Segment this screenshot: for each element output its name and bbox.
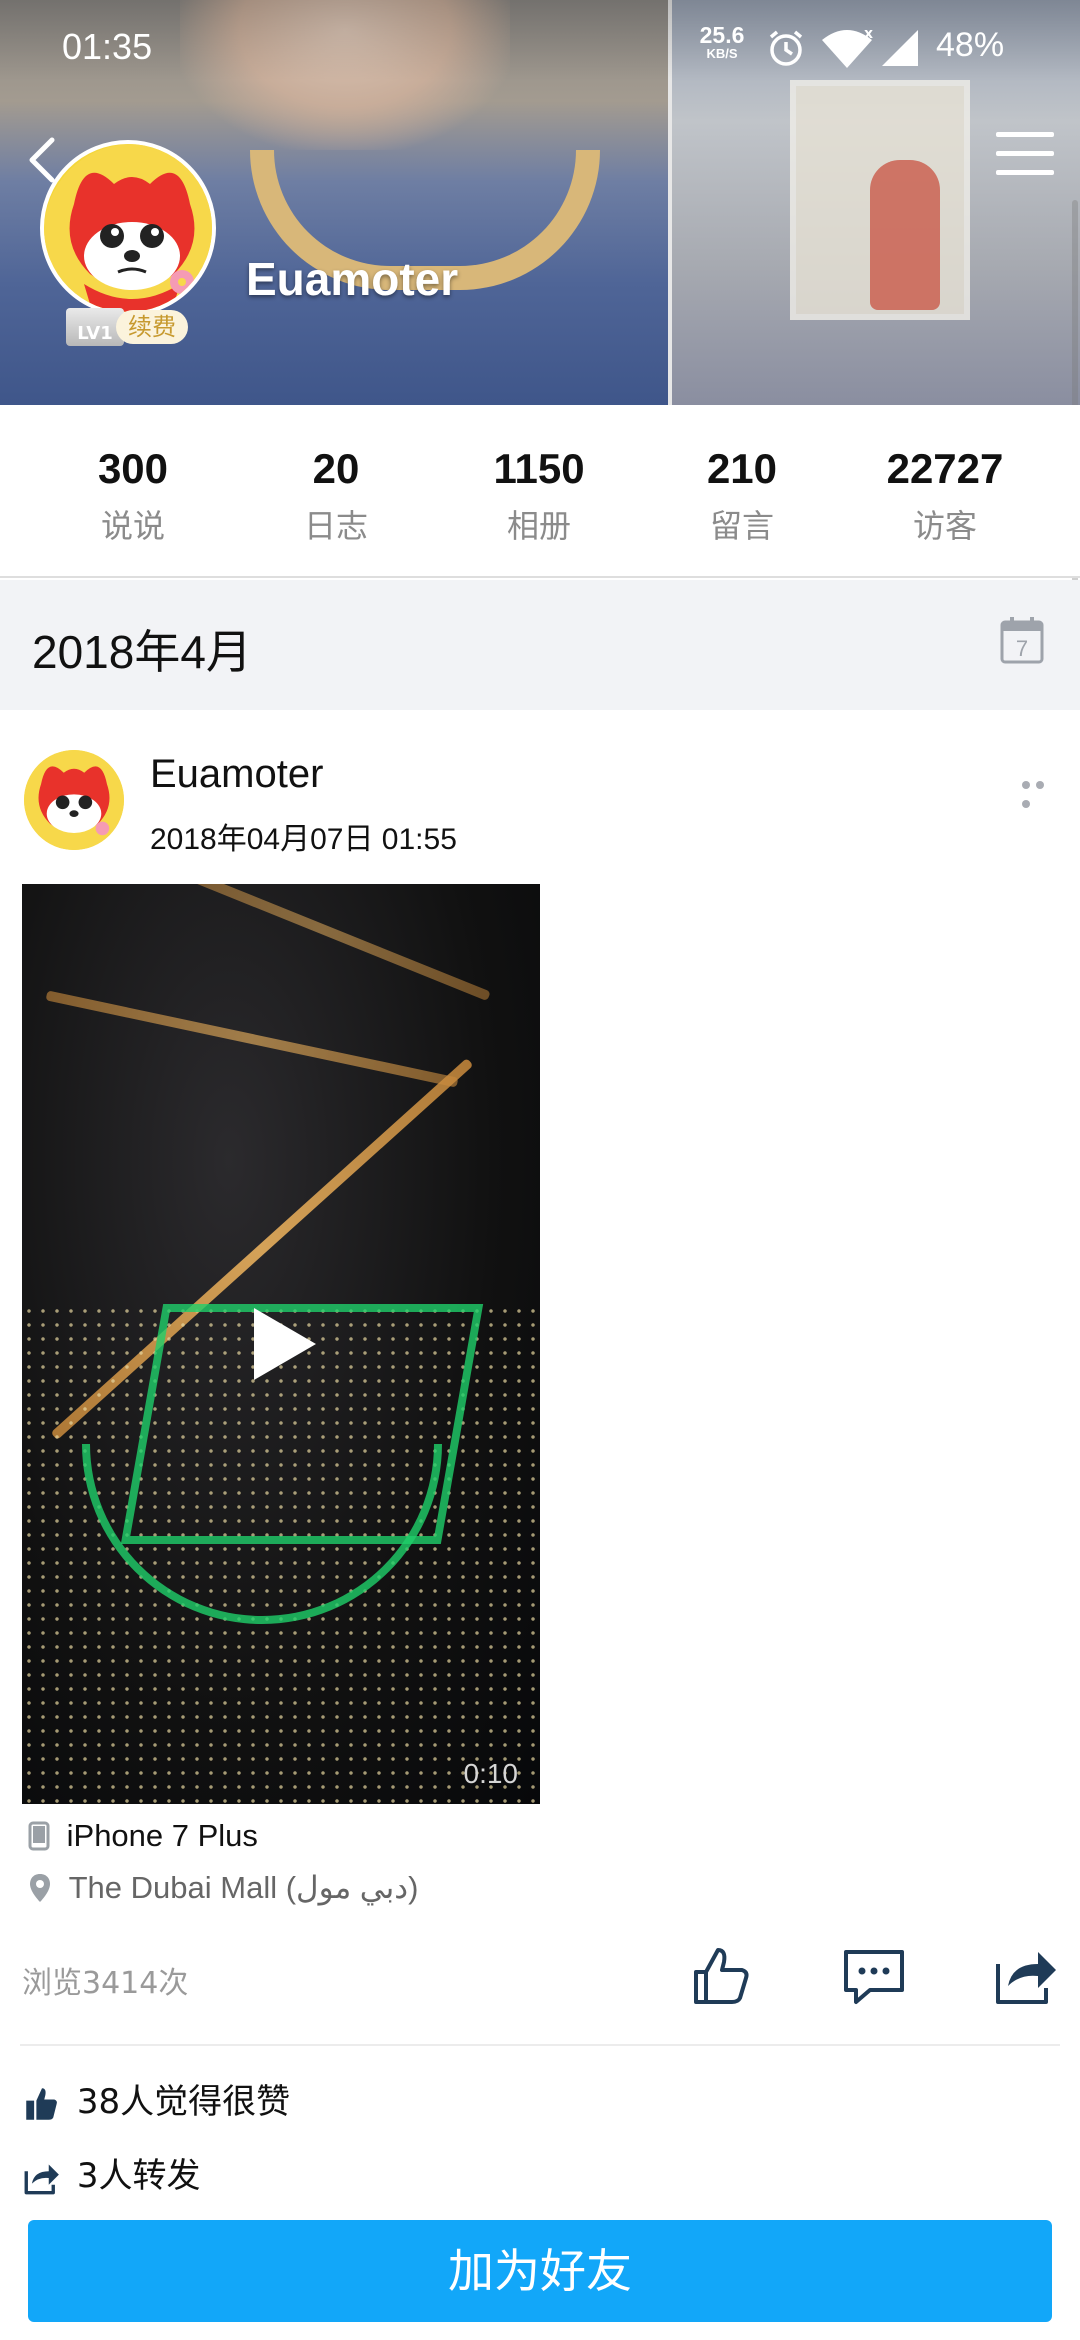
- stats-bar: 300 说说 20 日志 1150 相册 210 留言 22727 访客: [0, 405, 1080, 578]
- post-author-name[interactable]: Euamoter: [150, 752, 323, 797]
- menu-icon-line: [996, 132, 1054, 137]
- menu-icon-line: [996, 151, 1054, 156]
- level-badge[interactable]: LV1 续费: [66, 306, 190, 350]
- stat-value: 1150: [493, 445, 585, 492]
- device-info: iPhone 7 Plus: [28, 1816, 258, 1860]
- likes-summary[interactable]: 38人觉得很赞: [24, 2074, 290, 2123]
- stat-messages[interactable]: 210 留言: [642, 445, 842, 547]
- battery-percentage: 48%: [936, 26, 1005, 64]
- share-icon[interactable]: [994, 1944, 1058, 2008]
- cartoon-fox-avatar-icon: [44, 144, 212, 312]
- share-icon: [24, 2164, 59, 2194]
- location-name: The Dubai Mall (دبي مول): [68, 1869, 419, 1905]
- stat-value: 300: [97, 445, 169, 492]
- stat-label: 相册: [506, 507, 571, 545]
- wifi-icon: x: [822, 28, 873, 68]
- stat-shuoshuo[interactable]: 300 说说: [33, 445, 233, 547]
- network-speed-value: 25.6: [699, 22, 745, 48]
- stat-value: 20: [312, 445, 360, 492]
- divider: [20, 2044, 1060, 2046]
- stat-label: 访客: [912, 507, 977, 545]
- video-scene-road: [45, 990, 459, 1088]
- likes-count: 38人觉得很赞: [76, 2082, 291, 2122]
- stat-blog[interactable]: 20 日志: [236, 445, 436, 547]
- stat-visitors[interactable]: 22727 访客: [845, 445, 1045, 547]
- month-label: 2018年4月: [32, 626, 252, 678]
- calendar-icon[interactable]: 7: [1000, 616, 1044, 664]
- location-pin-icon: [30, 1873, 50, 1902]
- thumbs-up-icon: [26, 2087, 57, 2120]
- profile-name: Euamoter: [246, 253, 459, 305]
- shares-summary[interactable]: 3人转发: [24, 2148, 200, 2197]
- add-friend-button[interactable]: 加为好友: [28, 2220, 1052, 2322]
- play-icon[interactable]: [254, 1308, 316, 1380]
- svg-text:x: x: [864, 28, 873, 42]
- stat-label: 日志: [303, 507, 368, 545]
- more-options-icon[interactable]: [1022, 774, 1062, 808]
- stat-value: 210: [706, 445, 778, 492]
- stat-label: 说说: [100, 507, 165, 545]
- like-icon[interactable]: [690, 1944, 754, 2008]
- menu-icon-line: [996, 170, 1054, 175]
- alarm-icon: [769, 30, 803, 66]
- stat-label: 留言: [709, 507, 774, 545]
- status-bar: 01:35 25.6 KB/S x 48%: [0, 0, 1080, 96]
- video-duration: 0:10: [463, 1758, 519, 1789]
- post-timestamp: 2018年04月07日 01:55: [150, 823, 457, 856]
- network-speed-unit: KB/S: [706, 46, 738, 61]
- shares-count: 3人转发: [76, 2156, 201, 2196]
- status-time: 01:35: [62, 26, 153, 67]
- signal-icon: [882, 30, 918, 66]
- phone-icon: [28, 1821, 50, 1851]
- cartoon-fox-avatar-icon: [24, 750, 124, 850]
- menu-icon[interactable]: [996, 132, 1054, 182]
- network-speed: 25.6 KB/S: [694, 22, 750, 61]
- video-scene-road: [153, 884, 491, 1002]
- stat-value: 22727: [886, 445, 1004, 492]
- video-thumbnail[interactable]: 0:10: [22, 884, 540, 1804]
- calendar-day: 7: [1016, 636, 1028, 661]
- profile-avatar[interactable]: [40, 140, 216, 316]
- post-author-avatar[interactable]: [24, 750, 124, 850]
- renew-label: 续费: [116, 310, 188, 344]
- month-header: 2018年4月 7: [0, 580, 1080, 710]
- device-name: iPhone 7 Plus: [66, 1817, 258, 1853]
- location-info[interactable]: The Dubai Mall (دبي مول): [28, 1868, 418, 1912]
- stat-album[interactable]: 1150 相册: [439, 445, 639, 547]
- comment-icon[interactable]: [842, 1944, 906, 2008]
- view-count: 浏览3414次: [22, 1966, 189, 2001]
